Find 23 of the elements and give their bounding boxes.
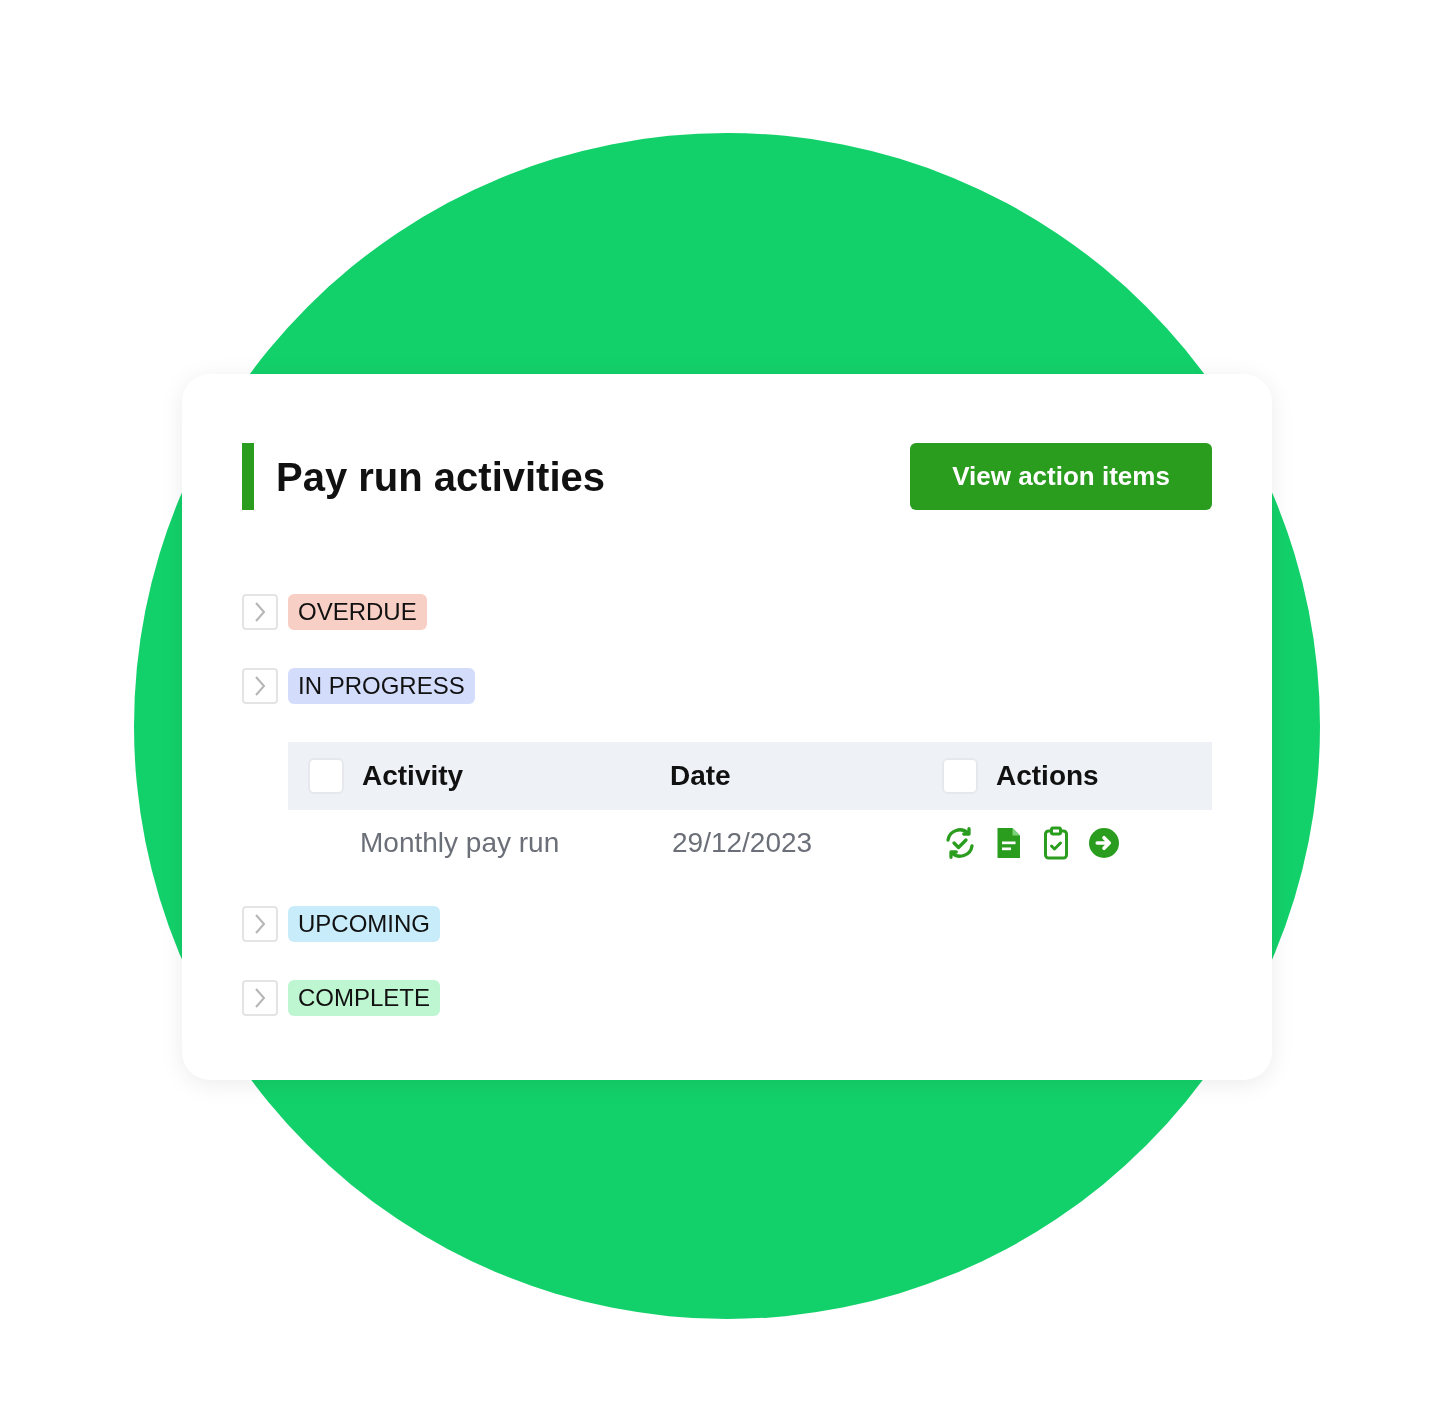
chevron-right-icon bbox=[253, 913, 267, 935]
expand-toggle[interactable] bbox=[242, 980, 278, 1016]
column-header: Date bbox=[670, 759, 731, 793]
status-tag: COMPLETE bbox=[288, 980, 441, 1016]
chevron-right-icon bbox=[253, 675, 267, 697]
chevron-right-icon bbox=[253, 987, 267, 1009]
accent-bar bbox=[242, 443, 254, 510]
status-tag: IN PROGRESS bbox=[288, 668, 475, 704]
expand-toggle[interactable] bbox=[242, 594, 278, 630]
status-tag: UPCOMING bbox=[288, 906, 440, 942]
column-header: Activity bbox=[362, 759, 464, 793]
card-title: Pay run activities bbox=[276, 453, 606, 501]
table-cell-text: 29/12/2023 bbox=[672, 826, 814, 860]
view-action-items-button[interactable]: View action items bbox=[910, 443, 1212, 510]
expand-toggle[interactable] bbox=[242, 906, 278, 942]
checkbox[interactable] bbox=[942, 758, 978, 794]
expand-toggle[interactable] bbox=[242, 668, 278, 704]
arrow-right-circle-icon[interactable] bbox=[1086, 825, 1122, 861]
chevron-right-icon bbox=[253, 601, 267, 623]
status-tag: OVERDUE bbox=[288, 594, 427, 630]
checkbox[interactable] bbox=[308, 758, 344, 794]
table-cell-text: Monthly pay run bbox=[360, 826, 561, 860]
column-header: Actions bbox=[996, 759, 1099, 793]
